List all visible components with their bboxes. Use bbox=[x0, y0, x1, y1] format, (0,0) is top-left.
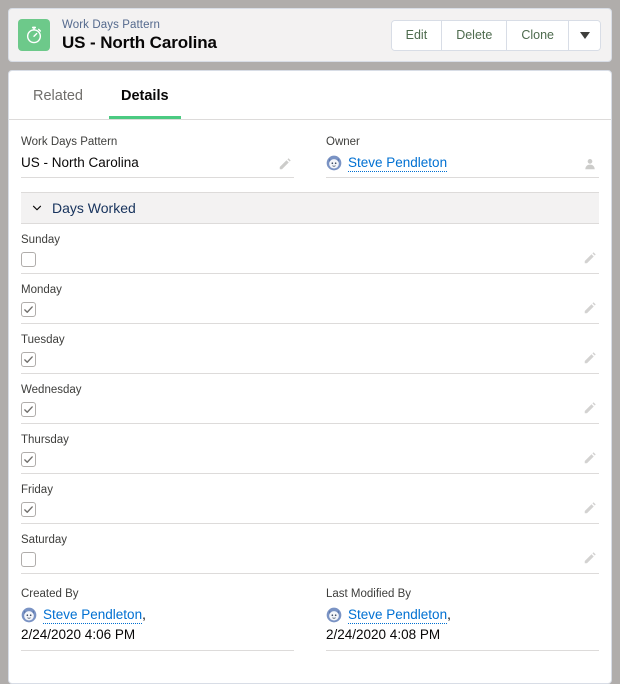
field-label: Work Days Pattern bbox=[21, 134, 294, 150]
tab-details[interactable]: Details bbox=[109, 71, 181, 119]
pencil-icon[interactable] bbox=[583, 251, 597, 265]
day-checkbox[interactable] bbox=[21, 502, 36, 517]
section-header-days-worked[interactable]: Days Worked bbox=[21, 192, 599, 224]
check-icon bbox=[23, 304, 34, 315]
field-work-days-pattern: Work Days Pattern US - North Carolina bbox=[21, 120, 294, 178]
comma-separator: , bbox=[142, 605, 146, 624]
days-worked-list: Sunday Monday bbox=[21, 224, 599, 574]
field-label: Last Modified By bbox=[326, 586, 599, 602]
user-avatar-icon bbox=[326, 155, 342, 171]
day-checkbox[interactable] bbox=[21, 352, 36, 367]
day-label: Monday bbox=[21, 282, 599, 298]
more-actions-button[interactable] bbox=[568, 21, 600, 50]
field-value: US - North Carolina bbox=[21, 153, 294, 172]
pencil-icon[interactable] bbox=[583, 451, 597, 465]
day-row-sunday: Sunday bbox=[21, 224, 599, 274]
top-field-grid: Work Days Pattern US - North Carolina Ow… bbox=[21, 120, 599, 178]
created-by-link[interactable]: Steve Pendleton bbox=[43, 606, 142, 624]
record-actions: Edit Delete Clone bbox=[391, 20, 601, 51]
day-label: Sunday bbox=[21, 232, 599, 248]
day-row-tuesday: Tuesday bbox=[21, 324, 599, 374]
pencil-icon[interactable] bbox=[583, 401, 597, 415]
field-last-modified-by: Last Modified By Steve P bbox=[326, 574, 599, 651]
day-checkbox[interactable] bbox=[21, 402, 36, 417]
comma-separator: , bbox=[447, 605, 451, 624]
day-label: Wednesday bbox=[21, 382, 599, 398]
field-owner: Owner Steve Pendleton bbox=[326, 120, 599, 178]
user-avatar-icon bbox=[21, 607, 37, 623]
record-detail-card: Related Details Work Days Pattern US - N… bbox=[8, 70, 612, 684]
owner-link[interactable]: Steve Pendleton bbox=[348, 154, 447, 172]
day-row-saturday: Saturday bbox=[21, 524, 599, 574]
field-value: Steve Pendleton , bbox=[21, 605, 294, 624]
check-icon bbox=[23, 354, 34, 365]
check-icon bbox=[23, 454, 34, 465]
day-row-friday: Friday bbox=[21, 474, 599, 524]
day-row-wednesday: Wednesday bbox=[21, 374, 599, 424]
pencil-icon[interactable] bbox=[278, 157, 292, 171]
clone-button[interactable]: Clone bbox=[506, 21, 568, 50]
day-checkbox[interactable] bbox=[21, 252, 36, 267]
day-label: Thursday bbox=[21, 432, 599, 448]
stopwatch-icon bbox=[18, 19, 50, 51]
day-row-monday: Monday bbox=[21, 274, 599, 324]
delete-button[interactable]: Delete bbox=[441, 21, 506, 50]
created-timestamp: 2/24/2020 4:06 PM bbox=[21, 625, 294, 644]
check-icon bbox=[23, 404, 34, 415]
chevron-down-icon bbox=[31, 202, 43, 214]
chevron-down-icon bbox=[580, 32, 590, 39]
tab-related[interactable]: Related bbox=[21, 71, 95, 119]
details-body: Work Days Pattern US - North Carolina Ow… bbox=[9, 120, 611, 683]
pencil-icon[interactable] bbox=[583, 351, 597, 365]
pencil-icon[interactable] bbox=[583, 551, 597, 565]
day-row-thursday: Thursday bbox=[21, 424, 599, 474]
record-page: Work Days Pattern US - North Carolina Ed… bbox=[0, 0, 620, 684]
section-title: Days Worked bbox=[52, 199, 136, 217]
last-modified-by-link[interactable]: Steve Pendleton bbox=[348, 606, 447, 624]
field-created-by: Created By Steve Pendlet bbox=[21, 574, 294, 651]
field-value: Steve Pendleton , bbox=[326, 605, 599, 624]
pencil-icon[interactable] bbox=[583, 301, 597, 315]
day-label: Saturday bbox=[21, 532, 599, 548]
day-checkbox[interactable] bbox=[21, 452, 36, 467]
change-owner-icon[interactable] bbox=[583, 157, 597, 171]
record-header: Work Days Pattern US - North Carolina Ed… bbox=[8, 8, 612, 62]
field-label: Owner bbox=[326, 134, 599, 150]
pencil-icon[interactable] bbox=[583, 501, 597, 515]
field-label: Created By bbox=[21, 586, 294, 602]
user-avatar-icon bbox=[326, 607, 342, 623]
modified-timestamp: 2/24/2020 4:08 PM bbox=[326, 625, 599, 644]
day-label: Tuesday bbox=[21, 332, 599, 348]
record-type-label: Work Days Pattern bbox=[62, 18, 391, 32]
day-label: Friday bbox=[21, 482, 599, 498]
page-title: US - North Carolina bbox=[62, 32, 391, 53]
tab-bar: Related Details bbox=[9, 71, 611, 120]
record-titles: Work Days Pattern US - North Carolina bbox=[62, 18, 391, 53]
check-icon bbox=[23, 504, 34, 515]
audit-field-grid: Created By Steve Pendlet bbox=[21, 574, 599, 651]
day-checkbox[interactable] bbox=[21, 302, 36, 317]
day-checkbox[interactable] bbox=[21, 552, 36, 567]
edit-button[interactable]: Edit bbox=[392, 21, 442, 50]
field-value: Steve Pendleton bbox=[326, 153, 599, 172]
